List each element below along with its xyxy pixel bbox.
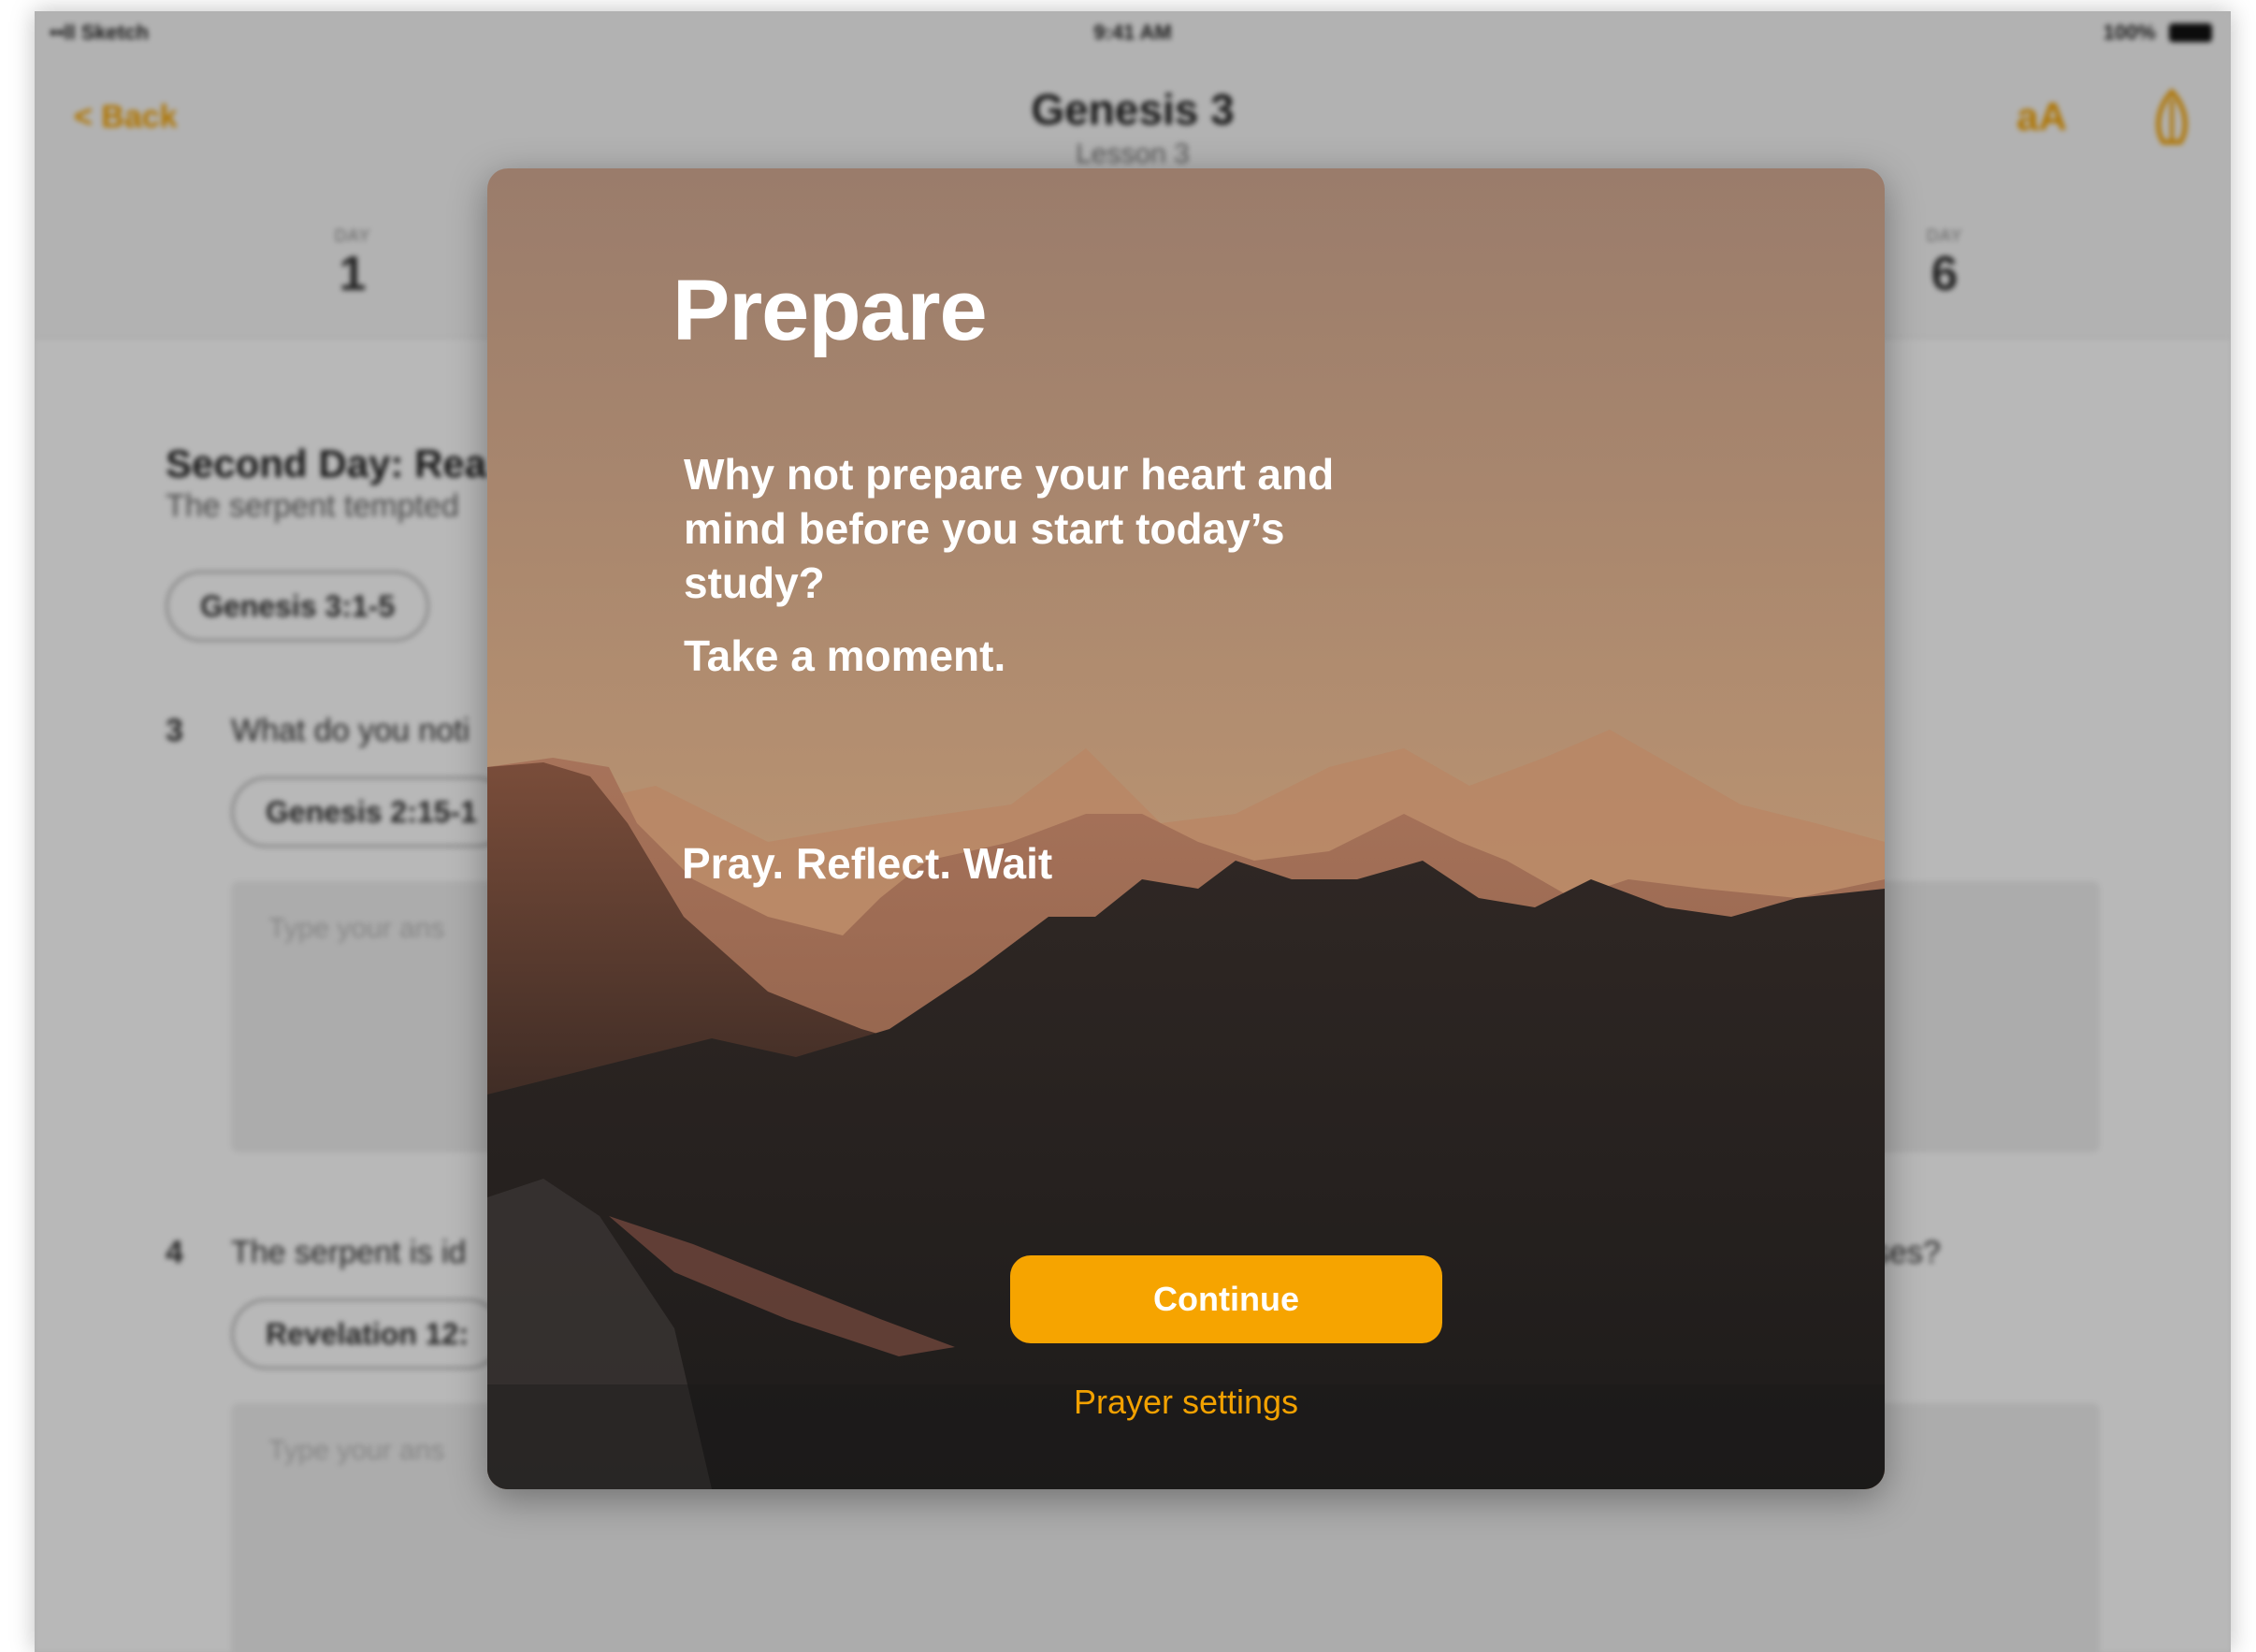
prepare-modal: Prepare Why not prepare your heart and m… (487, 168, 1885, 1489)
app-screen: ••ll Sketch 9:41 AM 100% < Back Genesis … (35, 11, 2231, 1652)
modal-tagline: Pray. Reflect. Wait (682, 839, 1053, 888)
modal-prompt: Take a moment. (684, 631, 1006, 680)
modal-message: Why not prepare your heart and mind befo… (684, 450, 1335, 607)
prayer-settings-link[interactable]: Prayer settings (487, 1383, 1885, 1422)
continue-button[interactable]: Continue (1010, 1255, 1442, 1343)
modal-title: Prepare (672, 263, 988, 358)
